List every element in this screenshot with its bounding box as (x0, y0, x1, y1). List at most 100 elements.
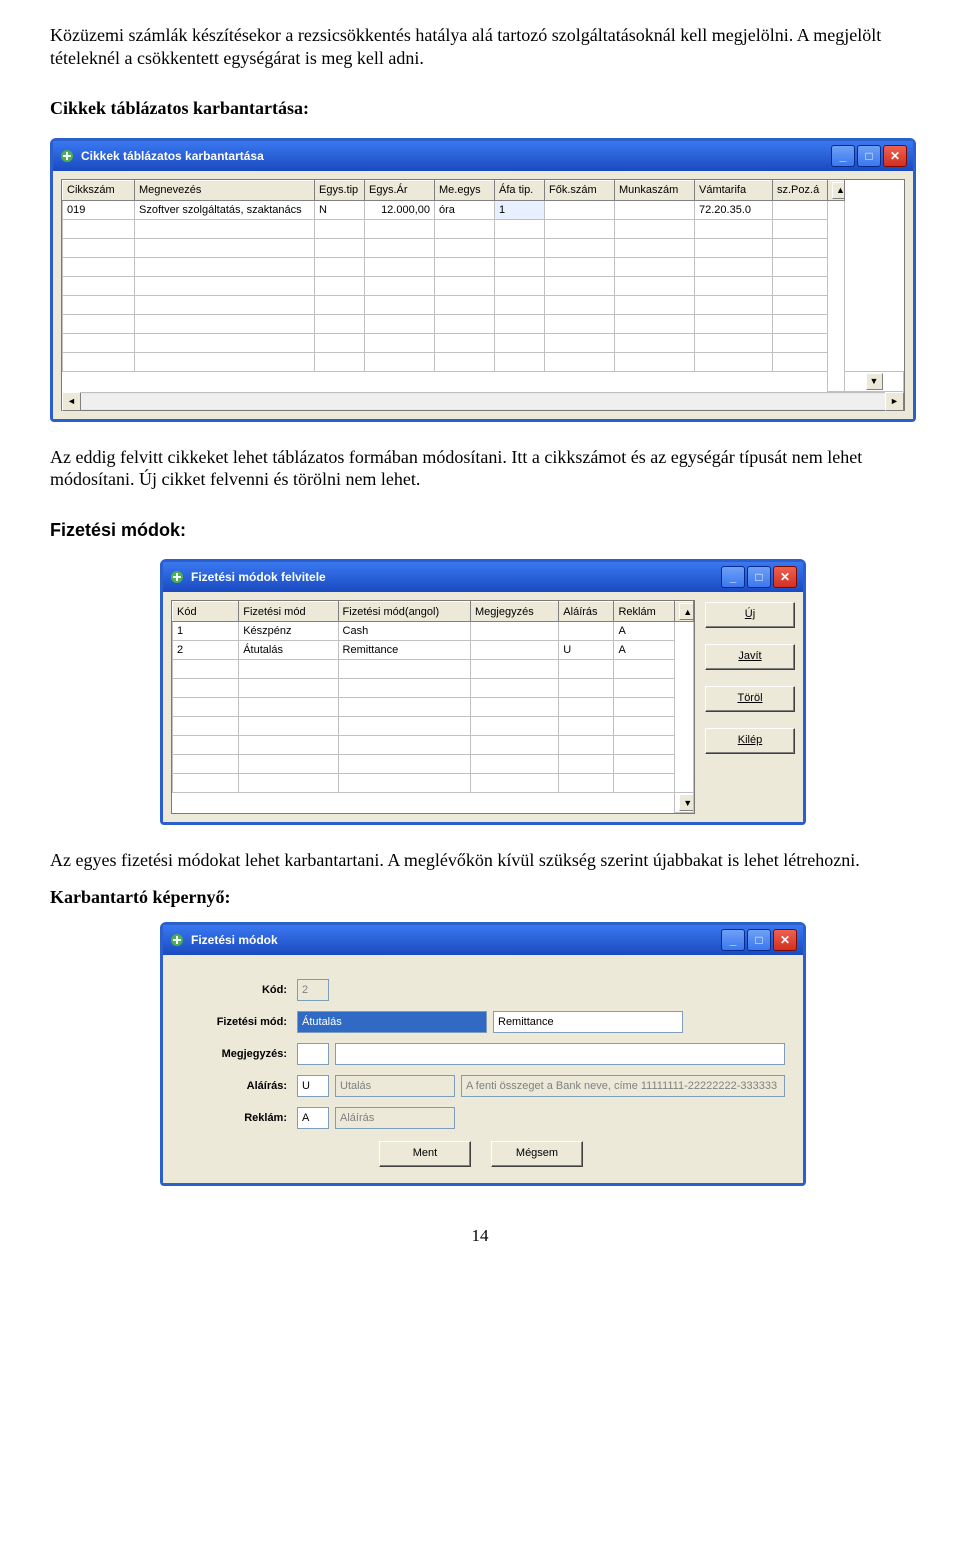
table-row[interactable] (63, 238, 904, 257)
torol-button[interactable]: Töröl (705, 686, 795, 712)
cell[interactable]: Átutalás (239, 641, 338, 660)
close-button[interactable]: ✕ (773, 929, 797, 951)
fizmod-hu-field[interactable]: Átutalás (297, 1011, 487, 1033)
table-row[interactable] (173, 679, 694, 698)
col-fizmod[interactable]: Fizetési mód (239, 602, 338, 622)
label-fizmod: Fizetési mód: (177, 1016, 291, 1028)
maximize-button[interactable]: □ (857, 145, 881, 167)
col-szpoz[interactable]: sz.Poz.á (773, 180, 828, 200)
megsem-button[interactable]: Mégsem (491, 1141, 583, 1167)
col-afatip[interactable]: Áfa tip. (495, 180, 545, 200)
minimize-button[interactable]: _ (721, 566, 745, 588)
cell[interactable] (559, 622, 614, 641)
table-row[interactable]: 019 Szoftver szolgáltatás, szaktanács N … (63, 200, 904, 219)
kod-field: 2 (297, 979, 329, 1001)
reklam-code-field[interactable]: A (297, 1107, 329, 1129)
cell-afatip[interactable]: 1 (495, 200, 545, 219)
cell[interactable]: Készpénz (239, 622, 338, 641)
table-row[interactable] (63, 333, 904, 352)
app-icon (59, 148, 75, 164)
col-fizmod-en[interactable]: Fizetési mód(angol) (338, 602, 470, 622)
cell-egysar[interactable]: 12.000,00 (365, 200, 435, 219)
col-alairas[interactable]: Aláírás (559, 602, 614, 622)
titlebar[interactable]: Fizetési módok felvitele _ □ ✕ (163, 562, 803, 592)
col-cikkszam[interactable]: Cikkszám (63, 180, 135, 200)
close-button[interactable]: ✕ (773, 566, 797, 588)
cikkek-grid[interactable]: Cikkszám Megnevezés Egys.tip Egys.Ár Me.… (61, 179, 905, 411)
titlebar[interactable]: Cikkek táblázatos karbantartása _ □ ✕ (53, 141, 913, 171)
col-egystip[interactable]: Egys.tip (315, 180, 365, 200)
table-row[interactable] (173, 660, 694, 679)
titlebar[interactable]: Fizetési módok _ □ ✕ (163, 925, 803, 955)
minimize-button[interactable]: _ (721, 929, 745, 951)
label-alairas: Aláírás: (177, 1080, 291, 1092)
cell-megnevezes[interactable]: Szoftver szolgáltatás, szaktanács (135, 200, 315, 219)
cell[interactable]: Remittance (338, 641, 470, 660)
cell[interactable]: A (614, 641, 675, 660)
table-row[interactable] (173, 717, 694, 736)
close-button[interactable]: ✕ (883, 145, 907, 167)
cell-munkaszam[interactable] (615, 200, 695, 219)
cell-vamtarifa[interactable]: 72.20.35.0 (695, 200, 773, 219)
alairas-code-field[interactable]: U (297, 1075, 329, 1097)
scroll-down-icon[interactable]: ▼ (866, 373, 883, 390)
app-icon (169, 569, 185, 585)
javit-button[interactable]: Javít (705, 644, 795, 670)
table-row[interactable] (63, 352, 904, 371)
cell-egystip[interactable]: N (315, 200, 365, 219)
col-megj[interactable]: Megjegyzés (471, 602, 559, 622)
cell-me[interactable]: óra (435, 200, 495, 219)
scroll-left-icon[interactable]: ◄ (62, 392, 81, 411)
maximize-button[interactable]: □ (747, 566, 771, 588)
scroll-up-icon[interactable]: ▲ (832, 182, 845, 199)
scroll-right-icon[interactable]: ► (885, 392, 904, 411)
col-reklam[interactable]: Reklám (614, 602, 675, 622)
window-fizmodok-list: Fizetési módok felvitele _ □ ✕ Kód Fizet… (160, 559, 806, 825)
cell[interactable] (471, 641, 559, 660)
table-row[interactable] (173, 736, 694, 755)
col-vamtarifa[interactable]: Vámtarifa (695, 180, 773, 200)
cell-cikkszam[interactable]: 019 (63, 200, 135, 219)
scroll-down-icon[interactable]: ▼ (679, 794, 693, 811)
horizontal-scrollbar[interactable]: ◄ ► (62, 392, 904, 410)
table-row[interactable] (173, 755, 694, 774)
table-row[interactable] (63, 314, 904, 333)
cell[interactable]: A (614, 622, 675, 641)
table-row[interactable] (63, 257, 904, 276)
kilep-button[interactable]: Kilép (705, 728, 795, 754)
table-row[interactable]: 2 Átutalás Remittance U A (173, 641, 694, 660)
cell[interactable]: 1 (173, 622, 239, 641)
cell[interactable]: Cash (338, 622, 470, 641)
fizmod-en-field[interactable]: Remittance (493, 1011, 683, 1033)
scroll-up-icon[interactable]: ▲ (679, 603, 693, 620)
cell[interactable]: U (559, 641, 614, 660)
col-egysar[interactable]: Egys.Ár (365, 180, 435, 200)
app-icon (169, 932, 185, 948)
col-munkaszam[interactable]: Munkaszám (615, 180, 695, 200)
megj-code-field[interactable] (297, 1043, 329, 1065)
cell-szpoz[interactable] (773, 200, 828, 219)
col-kod[interactable]: Kód (173, 602, 239, 622)
maximize-button[interactable]: □ (747, 929, 771, 951)
alairas-text-field: Utalás (335, 1075, 455, 1097)
section1-para: Az eddig felvitt cikkeket lehet táblázat… (50, 446, 910, 491)
cell[interactable]: 2 (173, 641, 239, 660)
table-row[interactable]: 1 Készpénz Cash A (173, 622, 694, 641)
ment-button[interactable]: Ment (379, 1141, 471, 1167)
megj-text-field[interactable] (335, 1043, 785, 1065)
minimize-button[interactable]: _ (831, 145, 855, 167)
cell-fokszam[interactable] (545, 200, 615, 219)
cell[interactable] (471, 622, 559, 641)
table-row[interactable] (63, 219, 904, 238)
table-row[interactable] (63, 276, 904, 295)
col-megnevezes[interactable]: Megnevezés (135, 180, 315, 200)
fizmod-grid[interactable]: Kód Fizetési mód Fizetési mód(angol) Meg… (171, 600, 695, 814)
table-row[interactable] (173, 774, 694, 793)
col-fokszam[interactable]: Fők.szám (545, 180, 615, 200)
label-reklam: Reklám: (177, 1112, 291, 1124)
table-row[interactable] (63, 295, 904, 314)
table-row[interactable] (173, 698, 694, 717)
section2-para: Az egyes fizetési módokat lehet karbanta… (50, 849, 910, 872)
uj-button[interactable]: Új (705, 602, 795, 628)
col-me[interactable]: Me.egys (435, 180, 495, 200)
